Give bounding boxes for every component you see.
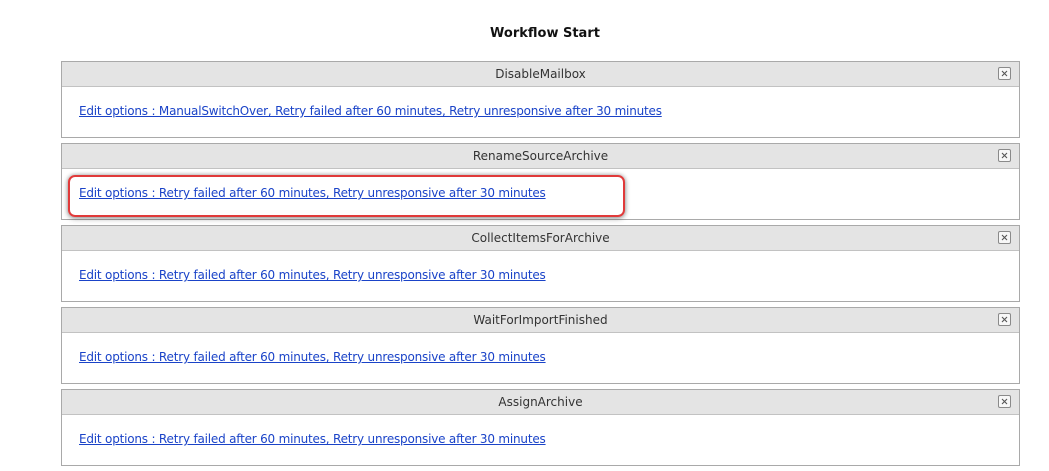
remove-step-button[interactable] [998,231,1011,244]
step-name: RenameSourceArchive [472,149,609,163]
step-header: AssignArchive [62,390,1019,415]
step-header: CollectItemsForArchive [62,226,1019,251]
workflow-step: CollectItemsForArchive Edit options : Re… [61,225,1020,302]
workflow-step: DisableMailbox Edit options : ManualSwit… [61,61,1020,138]
workflow-steps-list: DisableMailbox Edit options : ManualSwit… [61,61,1020,471]
edit-options-link[interactable]: Edit options : Retry failed after 60 min… [79,350,546,364]
close-icon [1001,398,1008,405]
workflow-step: RenameSourceArchive Edit options : Retry… [61,143,1020,220]
close-icon [1001,316,1008,323]
workflow-step: WaitForImportFinished Edit options : Ret… [61,307,1020,384]
edit-options-link[interactable]: Edit options : Retry failed after 60 min… [79,268,546,282]
remove-step-button[interactable] [998,395,1011,408]
step-header: WaitForImportFinished [62,308,1019,333]
step-header: RenameSourceArchive [62,144,1019,169]
remove-step-button[interactable] [998,67,1011,80]
edit-options-link[interactable]: Edit options : ManualSwitchOver, Retry f… [79,104,662,118]
step-body: Edit options : Retry failed after 60 min… [62,169,1019,219]
step-name: DisableMailbox [495,67,586,81]
page-title: Workflow Start [490,26,600,41]
remove-step-button[interactable] [998,313,1011,326]
step-body: Edit options : Retry failed after 60 min… [62,333,1019,383]
edit-options-link[interactable]: Edit options : Retry failed after 60 min… [79,432,546,446]
remove-step-button[interactable] [998,149,1011,162]
workflow-step: AssignArchive Edit options : Retry faile… [61,389,1020,466]
close-icon [1001,152,1008,159]
step-body: Edit options : Retry failed after 60 min… [62,415,1019,465]
close-icon [1001,70,1008,77]
step-name: AssignArchive [498,395,583,409]
edit-options-link[interactable]: Edit options : Retry failed after 60 min… [79,186,546,200]
step-name: WaitForImportFinished [473,313,608,327]
step-name: CollectItemsForArchive [471,231,610,245]
step-body: Edit options : ManualSwitchOver, Retry f… [62,87,1019,137]
step-header: DisableMailbox [62,62,1019,87]
step-body: Edit options : Retry failed after 60 min… [62,251,1019,301]
close-icon [1001,234,1008,241]
